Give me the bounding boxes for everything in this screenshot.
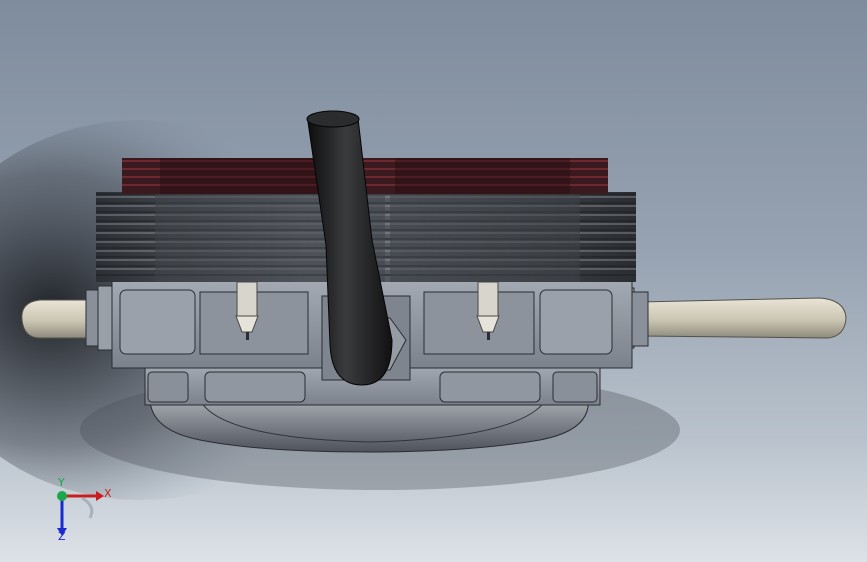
y-axis-dot [57,491,67,501]
y-axis-label: Y [58,476,65,489]
coordinate-triad: X Y Z [46,476,116,544]
x-axis-label: X [104,487,112,500]
z-axis-label: Z [58,530,66,543]
graphics-viewport[interactable]: X Y Z [0,0,867,562]
exhaust-pipe-right [639,297,847,339]
engine-model-render[interactable] [0,0,867,562]
